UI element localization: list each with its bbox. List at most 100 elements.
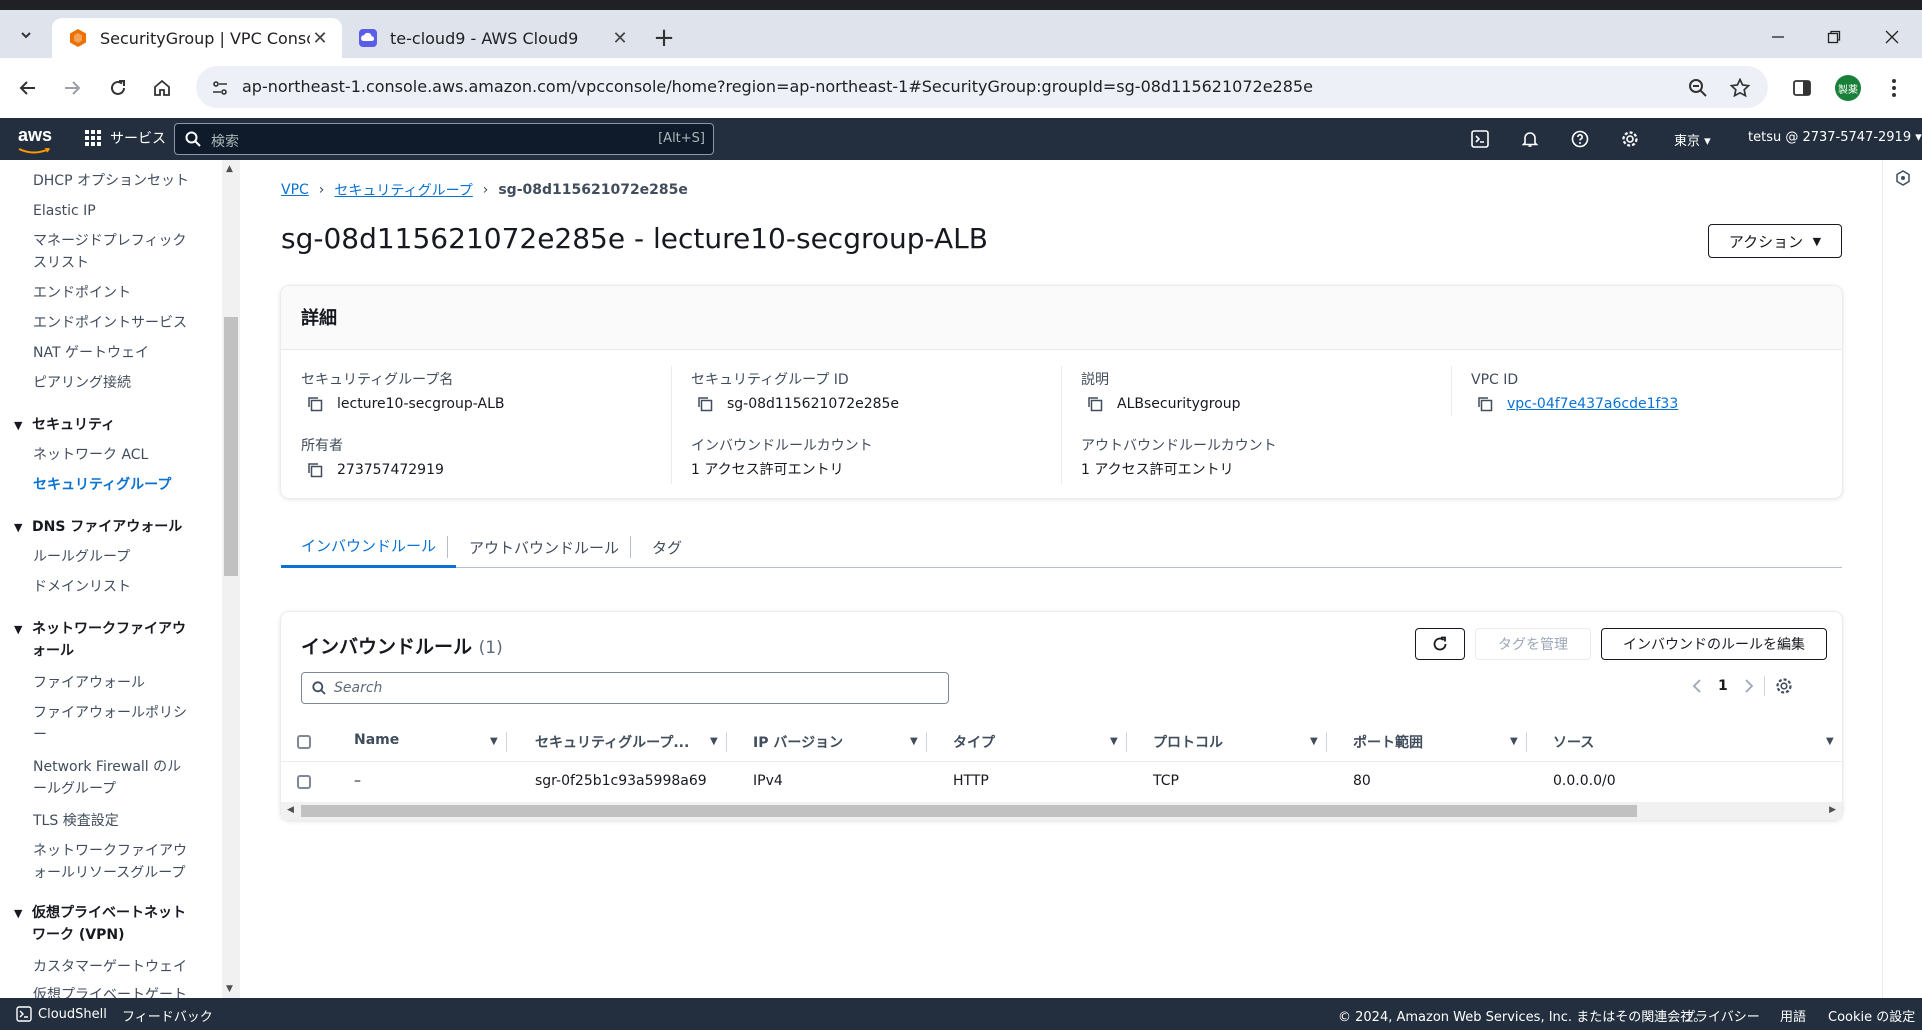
table-row[interactable]: – sgr-0f25b1c93a5998a69 IPv4 HTTP TCP 80… [281, 762, 1842, 802]
refresh-button[interactable] [1415, 628, 1465, 660]
back-button[interactable] [12, 72, 44, 104]
terms-link[interactable]: 用語 [1780, 1006, 1806, 1025]
table-settings-gear-icon[interactable] [1775, 677, 1793, 695]
nav-elastic-ip[interactable]: Elastic IP [33, 200, 193, 222]
omnibox[interactable]: ap-northeast-1.console.aws.amazon.com/vp… [196, 66, 1768, 108]
breadcrumb-security-groups-link[interactable]: セキュリティグループ [334, 180, 472, 200]
zoom-icon[interactable] [1686, 76, 1710, 100]
tab-inbound-rules[interactable]: インバウンドルール [281, 526, 457, 568]
close-window-button[interactable] [1870, 22, 1914, 52]
feedback-link[interactable]: フィードバック [122, 1006, 213, 1025]
table-horizontal-scrollbar[interactable]: ◀ ▶ [281, 802, 1842, 820]
nav-security-groups[interactable]: セキュリティグループ [33, 474, 193, 496]
tab-outbound-rules[interactable]: アウトバウンドルール [449, 526, 639, 568]
nav-rule-groups[interactable]: ルールグループ [33, 546, 193, 568]
column-resizer[interactable] [1126, 732, 1127, 752]
column-resizer[interactable] [726, 732, 727, 752]
scroll-up-icon[interactable]: ▲ [226, 164, 233, 174]
column-header-ip-version[interactable]: IP バージョン [753, 732, 843, 752]
page-number[interactable]: 1 [1718, 678, 1728, 694]
new-tab-button[interactable]: + [650, 25, 678, 53]
copy-icon[interactable] [307, 462, 323, 478]
column-header-protocol[interactable]: プロトコル [1153, 732, 1223, 752]
sort-caret-icon[interactable]: ▼ [490, 736, 498, 747]
scroll-left-icon[interactable]: ◀ [287, 805, 294, 815]
close-tab-icon[interactable]: ✕ [310, 28, 330, 49]
side-nav-scrollbar[interactable]: ▲ ▼ [222, 160, 240, 998]
privacy-link[interactable]: プライバシー [1682, 1006, 1760, 1025]
browser-menu-button[interactable] [1878, 72, 1910, 104]
sort-caret-icon[interactable]: ▼ [910, 736, 918, 747]
settings-button[interactable] [1620, 129, 1640, 149]
sort-caret-icon[interactable]: ▼ [1510, 736, 1518, 747]
column-header-sg-rule-id[interactable]: セキュリティグループ... [535, 732, 695, 752]
bookmark-star-icon[interactable] [1728, 76, 1752, 100]
breadcrumb-vpc-link[interactable]: VPC [281, 182, 309, 198]
nav-peering-connections[interactable]: ピアリング接続 [33, 372, 193, 394]
tab-tags[interactable]: タグ [632, 526, 702, 568]
nav-virtual-private-gateways[interactable]: 仮想プライベートゲート [33, 984, 193, 998]
chevron-left-icon[interactable] [1692, 679, 1702, 693]
sort-caret-icon[interactable]: ▼ [1110, 736, 1118, 747]
reload-button[interactable] [102, 72, 134, 104]
column-header-type[interactable]: タイプ [953, 732, 995, 752]
select-all-checkbox[interactable] [297, 735, 311, 749]
nav-endpoints[interactable]: エンドポイント [33, 282, 193, 304]
restore-button[interactable] [1812, 22, 1856, 52]
cookie-settings-link[interactable]: Cookie の設定 [1828, 1006, 1915, 1025]
tab-search-button[interactable] [10, 19, 42, 51]
services-menu-button[interactable]: サービス [84, 128, 166, 148]
copy-icon[interactable] [307, 396, 323, 412]
forward-button[interactable] [56, 72, 88, 104]
nav-section-security[interactable]: ▼ セキュリティ [14, 414, 194, 437]
browser-tab-vpc[interactable]: SecurityGroup | VPC Console ✕ [52, 18, 342, 58]
copy-icon[interactable] [1087, 396, 1103, 412]
vpc-id-link[interactable]: vpc-04f7e437a6cde1f33 [1507, 394, 1678, 414]
nav-domain-lists[interactable]: ドメインリスト [33, 576, 193, 598]
nav-nfw-rule-groups[interactable]: Network Firewall のルールグループ [33, 756, 193, 800]
aws-logo[interactable]: aws [18, 125, 52, 146]
nav-dhcp-options[interactable]: DHCP オプションセット [33, 170, 193, 192]
nav-firewall-policies[interactable]: ファイアウォールポリシー [33, 702, 193, 746]
nav-managed-prefix-lists[interactable]: マネージドプレフィックスリスト [33, 230, 193, 274]
close-tab-icon[interactable]: ✕ [610, 28, 630, 49]
nav-network-acl[interactable]: ネットワーク ACL [33, 444, 193, 466]
sort-caret-icon[interactable]: ▼ [710, 736, 718, 747]
url-text[interactable]: ap-northeast-1.console.aws.amazon.com/vp… [242, 77, 1313, 96]
cloudshell-button[interactable]: CloudShell [16, 1006, 107, 1022]
nav-tls-inspection[interactable]: TLS 検査設定 [33, 810, 193, 832]
side-panel-button[interactable] [1786, 72, 1818, 104]
column-resizer[interactable] [1526, 732, 1527, 752]
profile-avatar[interactable]: 製薬 [1832, 72, 1864, 104]
scrollbar-thumb[interactable] [224, 317, 238, 576]
browser-tab-cloud9[interactable]: te-cloud9 - AWS Cloud9 ✕ [342, 18, 642, 58]
column-header-name[interactable]: Name [354, 732, 399, 748]
copy-icon[interactable] [697, 396, 713, 412]
nav-endpoint-services[interactable]: エンドポイントサービス [33, 312, 193, 334]
info-panel-icon[interactable] [1895, 170, 1911, 186]
actions-button[interactable]: アクション ▼ [1708, 224, 1842, 258]
nav-section-dns-firewall[interactable]: ▼ DNS ファイアウォール [14, 516, 194, 539]
column-resizer[interactable] [506, 732, 507, 752]
scroll-down-icon[interactable]: ▼ [226, 984, 233, 994]
scrollbar-thumb[interactable] [301, 805, 1637, 817]
home-button[interactable] [146, 72, 178, 104]
rules-search-input[interactable]: Search [301, 672, 949, 704]
scroll-right-icon[interactable]: ▶ [1829, 805, 1836, 815]
column-resizer[interactable] [926, 732, 927, 752]
help-button[interactable] [1570, 129, 1590, 149]
sort-caret-icon[interactable]: ▼ [1310, 736, 1318, 747]
nav-customer-gateways[interactable]: カスタマーゲートウェイ [33, 956, 193, 978]
nav-nfw-resource-groups[interactable]: ネットワークファイアウォールリソースグループ [33, 840, 193, 884]
column-header-port-range[interactable]: ポート範囲 [1353, 732, 1423, 752]
region-selector[interactable]: 東京 ▾ [1674, 130, 1711, 149]
chevron-right-icon[interactable] [1744, 679, 1754, 693]
notifications-button[interactable] [1520, 129, 1540, 149]
aws-search-input[interactable]: 検索 [Alt+S] [174, 123, 714, 155]
copy-icon[interactable] [1477, 396, 1493, 412]
cloudshell-header-button[interactable] [1470, 129, 1490, 149]
edit-inbound-rules-button[interactable]: インバウンドのルールを編集 [1601, 628, 1827, 660]
column-resizer[interactable] [1326, 732, 1327, 752]
nav-nat-gateways[interactable]: NAT ゲートウェイ [33, 342, 193, 364]
nav-section-network-firewall[interactable]: ▼ ネットワークファイアウォール [14, 618, 194, 662]
